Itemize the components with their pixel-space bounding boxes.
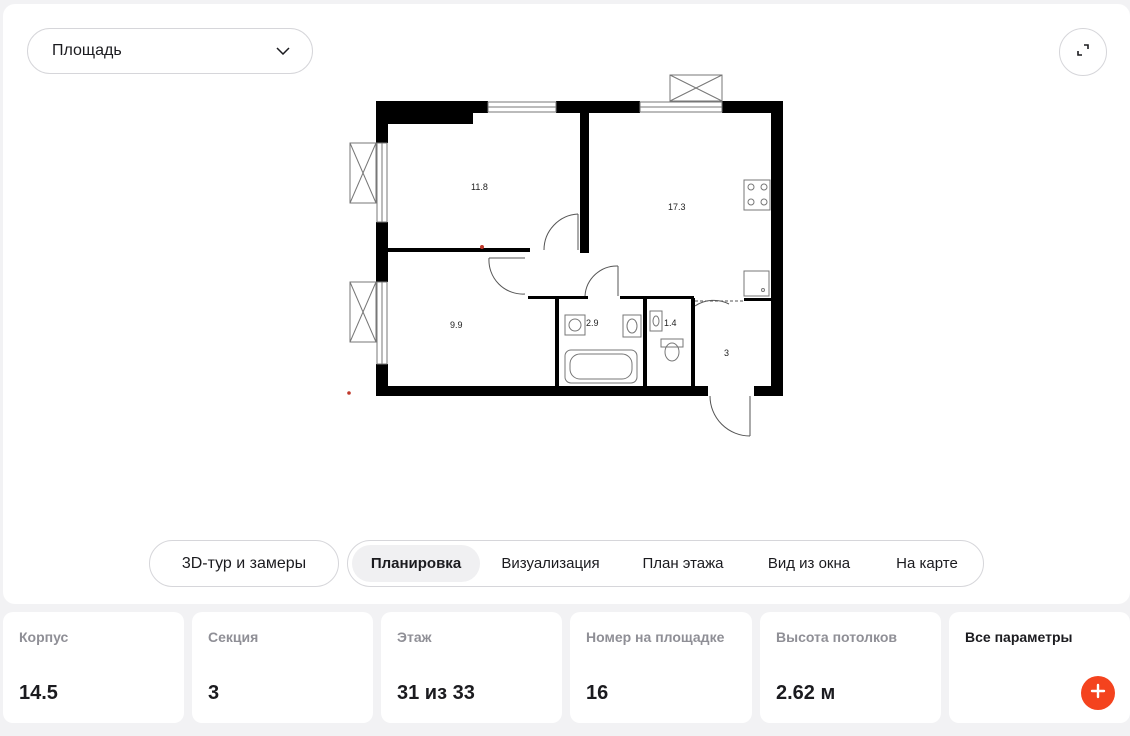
fullscreen-button[interactable]: [1059, 28, 1107, 76]
tab-visualization[interactable]: Визуализация: [488, 545, 613, 582]
param-label: Секция: [208, 629, 259, 645]
expand-icon: [1075, 42, 1091, 63]
param-value: 16: [586, 682, 609, 704]
all-params-card[interactable]: Все параметры: [949, 612, 1130, 723]
tab-plan[interactable]: Планировка: [352, 545, 480, 582]
param-ceiling-height: Высота потолков 2.62 м: [760, 612, 941, 723]
room-area-bathroom: 2.9: [586, 318, 599, 328]
param-value: 31 из 33: [397, 682, 475, 704]
tab-floor-plan[interactable]: План этажа: [627, 545, 739, 582]
3d-tour-button[interactable]: 3D-тур и замеры: [149, 540, 339, 587]
all-params-button[interactable]: [1081, 676, 1115, 710]
room-area-kitchen: 17.3: [668, 202, 686, 212]
param-label: Этаж: [397, 629, 432, 645]
view-tabs: Планировка Визуализация План этажа Вид и…: [347, 540, 984, 587]
param-label: Корпус: [19, 629, 69, 645]
area-select-dropdown[interactable]: Площадь: [27, 28, 313, 74]
param-section: Секция 3: [192, 612, 373, 723]
param-label: Номер на площадке: [586, 629, 725, 645]
param-unit-number: Номер на площадке 16: [570, 612, 752, 723]
param-floor: Этаж 31 из 33: [381, 612, 562, 723]
param-building: Корпус 14.5: [3, 612, 184, 723]
room-area-bedroom-2: 9.9: [450, 320, 463, 330]
all-params-label: Все параметры: [965, 629, 1073, 645]
plus-icon: [1090, 683, 1106, 704]
param-value: 3: [208, 682, 220, 704]
area-select-label: Площадь: [52, 42, 122, 59]
room-area-bedroom-1: 11.8: [471, 182, 488, 192]
param-label: Высота потолков: [776, 629, 897, 645]
chevron-down-icon: [276, 47, 290, 55]
tab-window-view[interactable]: Вид из окна: [753, 545, 865, 582]
tab-map[interactable]: На карте: [879, 545, 975, 582]
floor-plan: 11.8 17.3 9.9 2.9 1.4 3: [347, 74, 783, 437]
param-value: 2.62 м: [776, 682, 836, 704]
param-value: 14.5: [19, 682, 58, 704]
room-area-toilet: 1.4: [664, 318, 677, 328]
room-area-hallway: 3: [724, 348, 729, 358]
doors: [488, 213, 751, 437]
walls: [376, 101, 783, 396]
